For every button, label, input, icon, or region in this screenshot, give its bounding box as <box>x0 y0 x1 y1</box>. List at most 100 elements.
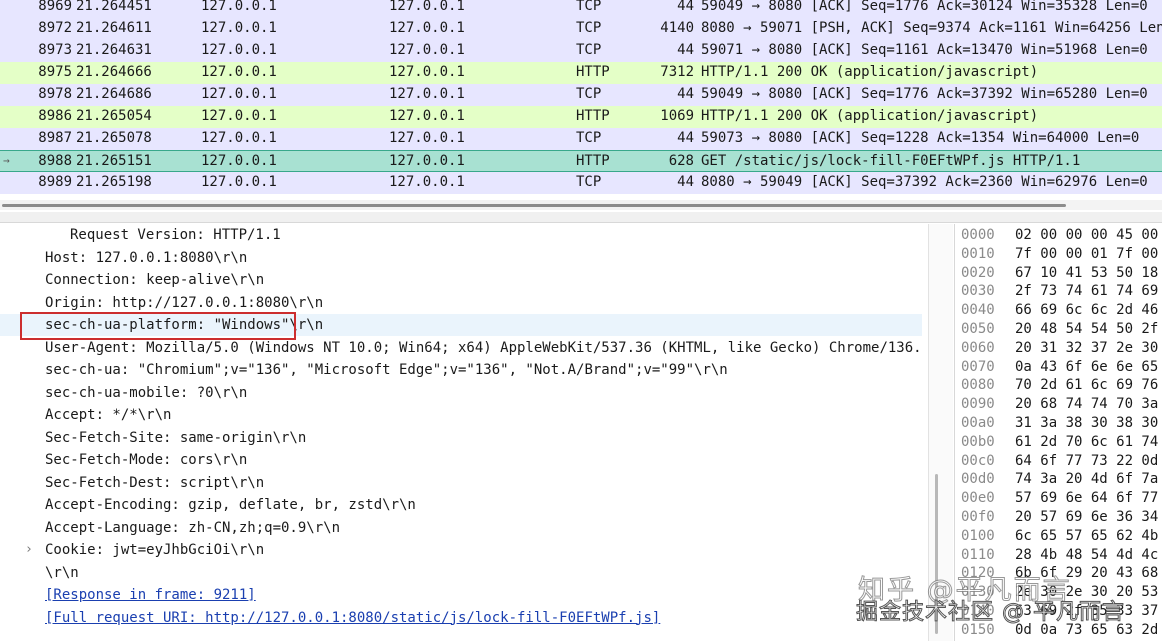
expand-chevron-icon[interactable]: › <box>25 539 33 561</box>
packet-src-cell: 127.0.0.1 <box>201 42 277 58</box>
details-line[interactable]: Accept: */*\r\n <box>0 404 922 426</box>
packet-details-tree[interactable]: Request Version: HTTP/1.1 Host: 127.0.0.1… <box>0 224 928 641</box>
packet-dst-cell: 127.0.0.1 <box>389 130 465 146</box>
bytes-hex: 20 31 32 37 2e 30 <box>1015 339 1159 356</box>
packet-proto-cell: HTTP <box>576 153 610 169</box>
packet-dst-cell: 127.0.0.1 <box>389 174 465 190</box>
details-line[interactable]: sec-ch-ua-mobile: ?0\r\n <box>0 382 922 404</box>
bytes-hex: 6b 6f 29 20 43 68 <box>1015 565 1159 582</box>
packet-row[interactable]: 8987 21.265078 127.0.0.1 127.0.0.1 TCP 44 5907… <box>0 128 1162 150</box>
cookie-header-line[interactable]: › Cookie: jwt=eyJhbGciOi\r\n <box>0 539 922 561</box>
packet-time-cell: 21.265151 <box>76 153 152 169</box>
details-line-text[interactable]: [Response in frame: 9211] <box>45 584 256 606</box>
packet-row[interactable]: 8989 21.265198 127.0.0.1 127.0.0.1 TCP 44 8080… <box>0 172 1162 194</box>
packet-row[interactable]: 8986 21.265054 127.0.0.1 127.0.0.1 HTTP 1069 H… <box>0 106 1162 128</box>
bytes-offset: 0000 <box>961 227 995 243</box>
bytes-hex: 0a 43 6f 6e 6e 65 <box>1015 358 1159 375</box>
bytes-hex: 2e 30 2e 30 20 53 <box>1015 584 1159 601</box>
bytes-hex: 70 2d 61 6c 69 76 <box>1015 377 1159 394</box>
packet-time-cell: 21.265078 <box>76 130 152 146</box>
packet-row[interactable]: 8969 21.264451 127.0.0.1 127.0.0.1 TCP 44 5904… <box>0 0 1162 18</box>
packet-info-cell: 8080 → 59049 [ACK] Seq=37392 Ack=2360 Wi… <box>701 174 1148 190</box>
packet-list-horizontal-scrollbar[interactable] <box>0 200 1162 210</box>
packet-bytes-pane[interactable]: 0000 02 00 00 00 45 00 0010 7f 00 00 01 7f … <box>954 224 1162 641</box>
details-line-text[interactable]: [Full request URI: http://127.0.0.1:8080… <box>45 607 660 629</box>
bytes-offset: 00a0 <box>961 415 995 431</box>
packet-time-cell: 21.264686 <box>76 86 152 102</box>
bytes-hex: 64 6f 77 73 22 0d <box>1015 452 1159 469</box>
bytes-hex: 0d 0a 73 65 63 2d <box>1015 621 1159 638</box>
packet-time-cell: 21.265198 <box>76 174 152 190</box>
details-vertical-scrollbar[interactable] <box>928 224 953 641</box>
packet-src-cell: 127.0.0.1 <box>201 174 277 190</box>
details-line[interactable]: Sec-Fetch-Dest: script\r\n <box>0 472 922 494</box>
details-line-text: Sec-Fetch-Site: same-origin\r\n <box>45 429 307 446</box>
packet-len-cell: 44 <box>677 0 694 14</box>
bytes-offset: 0110 <box>961 546 995 563</box>
packet-src-cell: 127.0.0.1 <box>201 86 277 102</box>
packet-time-cell: 21.265054 <box>76 108 152 124</box>
bytes-hex: 31 3a 38 30 38 30 <box>1015 415 1159 431</box>
details-line[interactable]: Host: 127.0.0.1:8080\r\n <box>0 247 922 269</box>
details-line[interactable]: Request Version: HTTP/1.1 <box>0 224 922 246</box>
bytes-hex: 57 69 6e 64 6f 77 <box>1015 490 1159 507</box>
packet-time-cell: 21.264451 <box>76 0 152 14</box>
details-line-text: \r\n <box>45 564 79 581</box>
bytes-hex: 67 10 41 53 50 18 <box>1015 264 1159 281</box>
packet-info-cell: 59049 → 8080 [ACK] Seq=1776 Ack=37392 Wi… <box>701 86 1148 102</box>
bytes-offset: 0050 <box>961 321 995 337</box>
details-line-text: sec-ch-ua-mobile: ?0\r\n <box>45 384 248 401</box>
packet-no-cell: 8987 <box>38 130 72 146</box>
packet-row-selected[interactable]: → 8988 21.265151 127.0.0.1 127.0.0.1 HTTP 628 G… <box>0 150 1162 172</box>
packet-info-cell: GET /static/js/lock-fill-F0EFtWPf.js HTT… <box>701 153 1081 169</box>
details-line-text: Cookie: jwt=eyJhbGciOi\r\n <box>45 542 265 558</box>
packet-list[interactable]: 8969 21.264451 127.0.0.1 127.0.0.1 TCP 44 5904… <box>0 0 1162 198</box>
packet-proto-cell: HTTP <box>576 64 610 80</box>
details-line-text: Accept-Language: zh-CN,zh;q=0.9\r\n <box>45 519 341 536</box>
pane-splitter[interactable] <box>0 212 1162 223</box>
details-line-text: Origin: http://127.0.0.1:8080\r\n <box>45 294 324 311</box>
packet-dst-cell: 127.0.0.1 <box>389 64 465 80</box>
packet-dst-cell: 127.0.0.1 <box>389 20 465 36</box>
packet-src-cell: 127.0.0.1 <box>201 153 277 169</box>
packet-dst-cell: 127.0.0.1 <box>389 0 465 14</box>
packet-no-cell: 8969 <box>38 0 72 14</box>
packet-proto-cell: TCP <box>576 20 602 36</box>
packet-info-cell: HTTP/1.1 200 OK (application/javascript) <box>701 108 1039 124</box>
bytes-offset: 0120 <box>961 565 995 582</box>
packet-proto-cell: TCP <box>576 0 602 14</box>
packet-len-cell: 628 <box>668 153 694 169</box>
bytes-hex: 66 69 6c 6c 2d 46 <box>1015 302 1159 319</box>
bytes-hex: 02 00 00 00 45 00 <box>1015 227 1159 243</box>
details-line[interactable]: Accept-Encoding: gzip, deflate, br, zstd… <box>0 494 922 516</box>
packet-no-cell: 8989 <box>38 174 72 190</box>
bytes-offset: 0040 <box>961 302 995 319</box>
details-line[interactable]: Connection: keep-alive\r\n <box>0 269 922 291</box>
details-line[interactable]: Sec-Fetch-Mode: cors\r\n <box>0 449 922 471</box>
bytes-offset: 0150 <box>961 621 995 638</box>
details-line[interactable]: \r\n <box>0 562 922 584</box>
details-link-line[interactable]: [Response in frame: 9211] <box>0 584 922 606</box>
details-line[interactable]: Accept-Language: zh-CN,zh;q=0.9\r\n <box>0 517 922 539</box>
bytes-offset: 0100 <box>961 527 995 544</box>
packet-proto-cell: TCP <box>576 86 602 102</box>
packet-row[interactable]: 8975 21.264666 127.0.0.1 127.0.0.1 HTTP 7312 H… <box>0 62 1162 84</box>
details-line-text: Host: 127.0.0.1:8080\r\n <box>45 249 248 266</box>
packet-time-cell: 21.264611 <box>76 20 152 36</box>
packet-info-cell: HTTP/1.1 200 OK (application/javascript) <box>701 64 1039 80</box>
scrollbar-thumb[interactable] <box>935 474 938 634</box>
bytes-offset: 00b0 <box>961 433 995 450</box>
details-line[interactable]: sec-ch-ua: "Chromium";v="136", "Microsof… <box>0 359 922 381</box>
details-line[interactable]: Origin: http://127.0.0.1:8080\r\n <box>0 292 922 314</box>
packet-row[interactable]: 8972 21.264611 127.0.0.1 127.0.0.1 TCP 4140 80… <box>0 18 1162 40</box>
bytes-offset: 0030 <box>961 283 995 300</box>
bytes-hex: 20 68 74 74 70 3a <box>1015 396 1159 413</box>
packet-row[interactable]: 8978 21.264686 127.0.0.1 127.0.0.1 TCP 44 5904… <box>0 84 1162 106</box>
details-link-line[interactable]: [Full request URI: http://127.0.0.1:8080… <box>0 607 922 629</box>
bytes-offset: 0020 <box>961 264 995 281</box>
scrollbar-thumb[interactable] <box>2 204 1066 207</box>
bytes-offset: 0130 <box>961 584 995 601</box>
packet-dst-cell: 127.0.0.1 <box>389 153 465 169</box>
details-line[interactable]: Sec-Fetch-Site: same-origin\r\n <box>0 427 922 449</box>
packet-row[interactable]: 8973 21.264631 127.0.0.1 127.0.0.1 TCP 44 5907… <box>0 40 1162 62</box>
